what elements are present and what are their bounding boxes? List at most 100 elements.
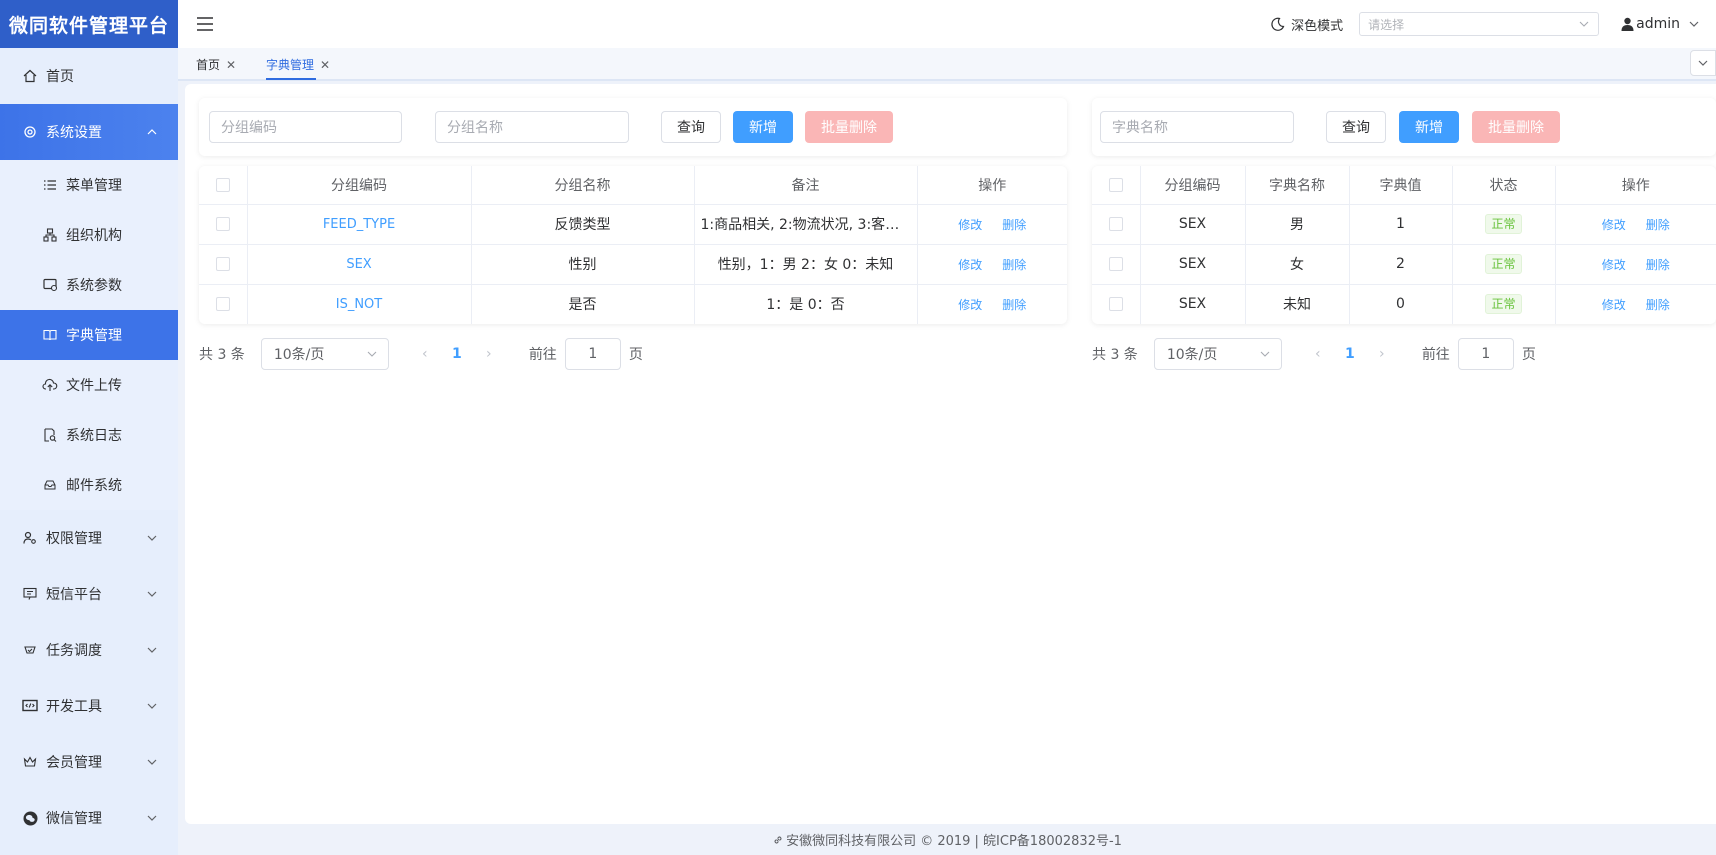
monitor-settings-icon xyxy=(42,277,58,293)
group-code-link[interactable]: FEED_TYPE xyxy=(247,204,472,245)
sidebar-item-label: 系统参数 xyxy=(66,278,122,294)
group-code-input[interactable]: 分组编码 xyxy=(209,111,402,143)
next-page-button[interactable]: › xyxy=(473,346,505,362)
tab-dict[interactable]: 字典管理 ✕ xyxy=(266,56,330,80)
dict-batch-delete-button[interactable]: 批量删除 xyxy=(1472,111,1560,143)
row-checkbox[interactable] xyxy=(199,244,248,285)
page-size-value: 10条/页 xyxy=(273,347,325,363)
page-size-select[interactable]: 10条/页 xyxy=(260,338,389,370)
delete-button[interactable]: 删除 xyxy=(1002,258,1026,272)
sidebar-item-permission[interactable]: 权限管理 xyxy=(0,510,178,566)
table-row[interactable]: IS_NOT 是否 1：是 0：否 修改 删除 xyxy=(199,284,1067,324)
prev-page-button[interactable]: ‹ xyxy=(409,346,441,362)
group-name-cell: 反馈类型 xyxy=(471,204,695,245)
row-checkbox[interactable] xyxy=(1092,204,1141,245)
group-code-link[interactable]: IS_NOT xyxy=(247,284,472,324)
sidebar-item-sms[interactable]: 短信平台 xyxy=(0,566,178,622)
sidebar-item-upload[interactable]: 文件上传 xyxy=(0,360,178,410)
sidebar-item-system[interactable]: 系统设置 xyxy=(0,104,178,160)
next-page-button[interactable]: › xyxy=(1366,346,1398,362)
group-pagination: 共 3 条 10条/页 ‹ 1 › 前往 1 页 xyxy=(199,338,643,370)
remark-cell: 1:商品相关, 2:物流状况, 3:客户服务, 4:优惠活动, 5:功能异常 xyxy=(694,204,918,245)
sidebar-item-menu[interactable]: 菜单管理 xyxy=(0,160,178,210)
group-query-button[interactable]: 查询 xyxy=(661,111,721,143)
group-table: 分组编码 分组名称 备注 操作 FEED_TYPE 反馈类型 1:商品相关, 2… xyxy=(199,166,1067,324)
wechat-icon xyxy=(22,810,38,826)
sidebar-item-wechat[interactable]: 微信管理 xyxy=(0,790,178,846)
delete-button[interactable]: 删除 xyxy=(1646,298,1670,312)
sidebar-item-label: 权限管理 xyxy=(46,531,102,547)
edit-button[interactable]: 修改 xyxy=(958,218,982,232)
menu-toggle-icon[interactable] xyxy=(194,13,216,35)
close-icon[interactable]: ✕ xyxy=(226,58,236,72)
dict-pagination: 共 3 条 10条/页 ‹ 1 › 前往 1 页 xyxy=(1092,338,1536,370)
dict-query-button[interactable]: 查询 xyxy=(1326,111,1386,143)
group-name-input[interactable]: 分组名称 xyxy=(435,111,629,143)
sidebar-item-label: 菜单管理 xyxy=(66,178,122,194)
dict-value-cell: 0 xyxy=(1349,284,1453,324)
group-code-cell: SEX xyxy=(1140,284,1246,324)
tab-home[interactable]: 首页 ✕ xyxy=(196,56,236,73)
delete-button[interactable]: 删除 xyxy=(1646,218,1670,232)
dict-add-button[interactable]: 新增 xyxy=(1399,111,1459,143)
dict-name-input[interactable]: 字典名称 xyxy=(1100,111,1294,143)
edit-button[interactable]: 修改 xyxy=(958,258,982,272)
page-jump-input[interactable]: 1 xyxy=(564,338,621,370)
group-add-button[interactable]: 新增 xyxy=(733,111,793,143)
sidebar-item-home[interactable]: 首页 xyxy=(0,48,178,104)
sidebar-item-task[interactable]: 任务调度 xyxy=(0,622,178,678)
close-icon[interactable]: ✕ xyxy=(320,58,330,72)
link-icon xyxy=(774,835,782,844)
row-checkbox[interactable] xyxy=(1092,244,1141,285)
sidebar-item-dict[interactable]: 字典管理 xyxy=(0,310,178,360)
status-cell: 正常 xyxy=(1452,204,1556,245)
edit-button[interactable]: 修改 xyxy=(1602,218,1626,232)
user-menu[interactable]: admin xyxy=(1621,16,1702,32)
table-row[interactable]: SEX 女 2 正常 修改 删除 xyxy=(1092,244,1716,285)
sidebar-item-params[interactable]: 系统参数 xyxy=(0,260,178,310)
table-row[interactable]: SEX 性别 性别，1：男 2：女 0：未知 修改 删除 xyxy=(199,244,1067,285)
chevron-down-icon xyxy=(1260,351,1270,357)
username: admin xyxy=(1636,16,1680,32)
chevron-down-icon xyxy=(146,812,158,824)
row-checkbox[interactable] xyxy=(199,204,248,245)
delete-button[interactable]: 删除 xyxy=(1002,218,1026,232)
crown-icon xyxy=(22,754,38,770)
sidebar-item-log[interactable]: 系统日志 xyxy=(0,410,178,460)
delete-button[interactable]: 删除 xyxy=(1646,258,1670,272)
sidebar-item-member[interactable]: 会员管理 xyxy=(0,734,178,790)
page-jump-input[interactable]: 1 xyxy=(1457,338,1514,370)
task-icon xyxy=(22,642,38,658)
dict-search-card: 字典名称 查询 新增 批量删除 xyxy=(1092,98,1716,156)
tabs-dropdown-button[interactable] xyxy=(1690,50,1716,76)
status-cell: 正常 xyxy=(1452,244,1556,285)
prev-page-button[interactable]: ‹ xyxy=(1302,346,1334,362)
system-submenu: 菜单管理 组织机构 系统参数 字典管理 文件上传 系统日志 邮件系统 xyxy=(0,160,178,510)
current-page[interactable]: 1 xyxy=(1334,346,1366,362)
edit-button[interactable]: 修改 xyxy=(1602,298,1626,312)
group-code-link[interactable]: SEX xyxy=(247,244,472,285)
select-all-checkbox[interactable] xyxy=(199,166,248,205)
select-all-checkbox[interactable] xyxy=(1092,166,1141,205)
remark-cell: 性别，1：男 2：女 0：未知 xyxy=(694,244,918,285)
table-row[interactable]: SEX 未知 0 正常 修改 删除 xyxy=(1092,284,1716,324)
page-size-select[interactable]: 10条/页 xyxy=(1153,338,1282,370)
sidebar-item-devtools[interactable]: 开发工具 xyxy=(0,678,178,734)
sidebar-item-label: 邮件系统 xyxy=(66,478,122,494)
edit-button[interactable]: 修改 xyxy=(958,298,982,312)
row-checkbox[interactable] xyxy=(1092,284,1141,324)
header-select[interactable]: 请选择 xyxy=(1359,12,1600,36)
current-page[interactable]: 1 xyxy=(441,346,473,362)
sidebar-item-mail[interactable]: 邮件系统 xyxy=(0,460,178,510)
table-row[interactable]: SEX 男 1 正常 修改 删除 xyxy=(1092,204,1716,245)
row-checkbox[interactable] xyxy=(199,284,248,324)
actions-cell: 修改 删除 xyxy=(917,204,1067,245)
dark-mode-label: 深色模式 xyxy=(1291,18,1344,34)
table-row[interactable]: FEED_TYPE 反馈类型 1:商品相关, 2:物流状况, 3:客户服务, 4… xyxy=(199,204,1067,245)
sidebar-item-org[interactable]: 组织机构 xyxy=(0,210,178,260)
group-search-card: 分组编码 分组名称 查询 新增 批量删除 xyxy=(199,98,1067,156)
edit-button[interactable]: 修改 xyxy=(1602,258,1626,272)
group-batch-delete-button[interactable]: 批量删除 xyxy=(805,111,893,143)
delete-button[interactable]: 删除 xyxy=(1002,298,1026,312)
dark-mode-toggle[interactable]: 深色模式 xyxy=(1270,15,1343,34)
